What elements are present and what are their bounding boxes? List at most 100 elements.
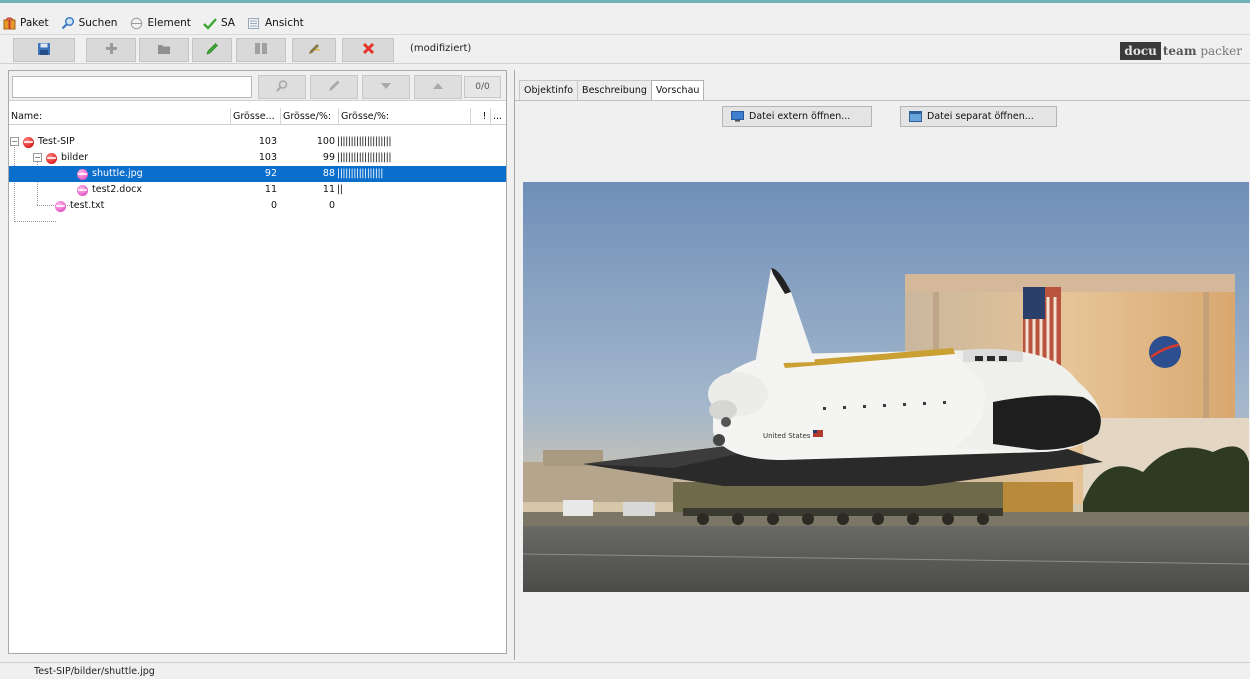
node-name: test.txt bbox=[70, 200, 105, 211]
modified-status: (modifiziert) bbox=[410, 43, 472, 54]
window-icon bbox=[909, 111, 922, 122]
menu-bar: Paket Suchen Element SA Ansicht bbox=[0, 12, 1250, 34]
image-preview: United States bbox=[523, 182, 1249, 592]
detail-panel: Objektinfo Beschreibung Vorschau Datei e… bbox=[514, 70, 1250, 660]
columns-button[interactable] bbox=[236, 38, 286, 62]
logo-team: team bbox=[1162, 44, 1197, 58]
table-header: Name: Grösse... Grösse/%: Grösse/%: ! ..… bbox=[9, 108, 506, 125]
open-external-label: Datei extern öffnen... bbox=[749, 111, 851, 122]
tab-objektinfo[interactable]: Objektinfo bbox=[519, 80, 579, 100]
table-row-selected[interactable]: shuttle.jpg 92 88 ||||||||||||||||| bbox=[9, 166, 506, 182]
column-name[interactable]: Name: bbox=[9, 108, 231, 125]
menu-suchen-label: Suchen bbox=[78, 17, 118, 29]
size-value: 0 bbox=[270, 200, 277, 211]
size-value: 11 bbox=[264, 184, 277, 195]
table-row[interactable]: − Test-SIP 103 100 |||||||||||||||||||| bbox=[9, 134, 506, 150]
save-button[interactable] bbox=[13, 38, 75, 62]
size-bar: ||||||||||||||||| bbox=[337, 168, 383, 179]
node-name: Test-SIP bbox=[38, 136, 75, 147]
column-more[interactable]: ... bbox=[491, 108, 506, 125]
logo-docu: docu bbox=[1120, 42, 1161, 60]
column-size-bar[interactable]: Grösse/%: bbox=[339, 108, 471, 125]
sip-node-icon bbox=[23, 136, 34, 148]
toolbar: (modifiziert) docu team packer bbox=[0, 34, 1250, 64]
tab-beschreibung[interactable]: Beschreibung bbox=[577, 80, 652, 100]
status-bar: Test-SIP/bilder/shuttle.jpg bbox=[0, 662, 1250, 679]
size-value: 92 bbox=[264, 168, 277, 179]
search-bar: 0/0 bbox=[9, 71, 506, 101]
tree-connector bbox=[14, 221, 56, 222]
tree-node: bilder bbox=[46, 150, 88, 166]
tree-node: shuttle.jpg bbox=[77, 166, 143, 182]
column-flag[interactable]: ! bbox=[471, 108, 491, 125]
table-row[interactable]: test.txt 0 0 bbox=[9, 198, 506, 214]
table-row[interactable]: test2.docx 11 11 || bbox=[9, 182, 506, 198]
column-size-percent[interactable]: Grösse/%: bbox=[281, 108, 339, 125]
file-node-icon bbox=[77, 184, 88, 196]
search-icon bbox=[61, 16, 75, 30]
monitor-icon bbox=[731, 111, 744, 122]
arrow-up-icon bbox=[432, 82, 444, 93]
orbiter-lettering: United States bbox=[763, 432, 811, 440]
size-bar: |||||||||||||||||||| bbox=[337, 152, 392, 163]
edit-button[interactable] bbox=[192, 38, 232, 62]
percent-value: 100 bbox=[316, 136, 335, 147]
file-node-icon bbox=[55, 200, 66, 212]
logo-rest: team packer bbox=[1163, 44, 1242, 58]
menu-element[interactable]: Element bbox=[129, 16, 191, 30]
percent-value: 99 bbox=[322, 152, 335, 163]
folder-icon bbox=[157, 43, 171, 58]
size-bar: |||||||||||||||||||| bbox=[337, 136, 392, 147]
size-value: 103 bbox=[258, 152, 277, 163]
pen-ruler-icon bbox=[307, 42, 321, 59]
view-icon bbox=[247, 16, 261, 30]
node-name: test2.docx bbox=[92, 184, 142, 195]
element-icon bbox=[129, 16, 143, 30]
percent-value: 11 bbox=[322, 184, 335, 195]
columns-icon bbox=[254, 42, 268, 58]
previous-result-button[interactable] bbox=[414, 75, 462, 99]
menu-paket[interactable]: Paket bbox=[2, 16, 49, 30]
percent-value: 88 bbox=[322, 168, 335, 179]
size-value: 103 bbox=[258, 136, 277, 147]
preview-tab-content: Datei extern öffnen... Datei separat öff… bbox=[515, 100, 1250, 650]
add-folder-button[interactable] bbox=[139, 38, 189, 62]
add-button[interactable] bbox=[86, 38, 136, 62]
search-input[interactable] bbox=[12, 76, 252, 98]
tab-vorschau[interactable]: Vorschau bbox=[650, 80, 705, 101]
check-icon bbox=[203, 16, 217, 30]
tree-node: test.txt bbox=[55, 198, 104, 214]
size-bar: || bbox=[337, 184, 343, 195]
search-edit-button[interactable] bbox=[310, 75, 358, 99]
open-external-button[interactable]: Datei extern öffnen... bbox=[722, 106, 872, 127]
search-result-counter: 0/0 bbox=[464, 76, 501, 98]
collapse-toggle[interactable]: − bbox=[10, 137, 19, 146]
node-name: shuttle.jpg bbox=[92, 168, 143, 179]
tree-panel: 0/0 Name: Grösse... Grösse/%: Grösse/%: … bbox=[8, 70, 507, 654]
package-icon bbox=[2, 16, 16, 30]
menu-ansicht[interactable]: Ansicht bbox=[247, 16, 304, 30]
menu-suchen[interactable]: Suchen bbox=[61, 16, 118, 30]
node-name: bilder bbox=[61, 152, 89, 163]
pencil-icon bbox=[327, 79, 341, 96]
collapse-toggle[interactable]: − bbox=[33, 153, 42, 162]
next-result-button[interactable] bbox=[362, 75, 410, 99]
delete-button[interactable] bbox=[342, 38, 394, 62]
docuteam-logo: docu team packer bbox=[1120, 42, 1242, 60]
open-separate-button[interactable]: Datei separat öffnen... bbox=[900, 106, 1057, 127]
search-button[interactable] bbox=[258, 75, 306, 99]
percent-value: 0 bbox=[328, 200, 335, 211]
close-icon bbox=[362, 42, 375, 58]
logo-packer: packer bbox=[1196, 44, 1242, 58]
window-top-accent bbox=[0, 0, 1250, 3]
folder-node-icon bbox=[46, 152, 57, 164]
table-row[interactable]: − bilder 103 99 |||||||||||||||||||| bbox=[9, 150, 506, 166]
arrow-down-icon bbox=[380, 82, 392, 93]
open-separate-label: Datei separat öffnen... bbox=[927, 111, 1034, 122]
magnifier-icon bbox=[275, 79, 289, 96]
menu-sa[interactable]: SA bbox=[203, 16, 235, 30]
tab-bar: Objektinfo Beschreibung Vorschau bbox=[519, 80, 705, 101]
file-node-icon bbox=[77, 168, 88, 180]
edit-metadata-button[interactable] bbox=[292, 38, 336, 62]
column-size[interactable]: Grösse... bbox=[231, 108, 281, 125]
